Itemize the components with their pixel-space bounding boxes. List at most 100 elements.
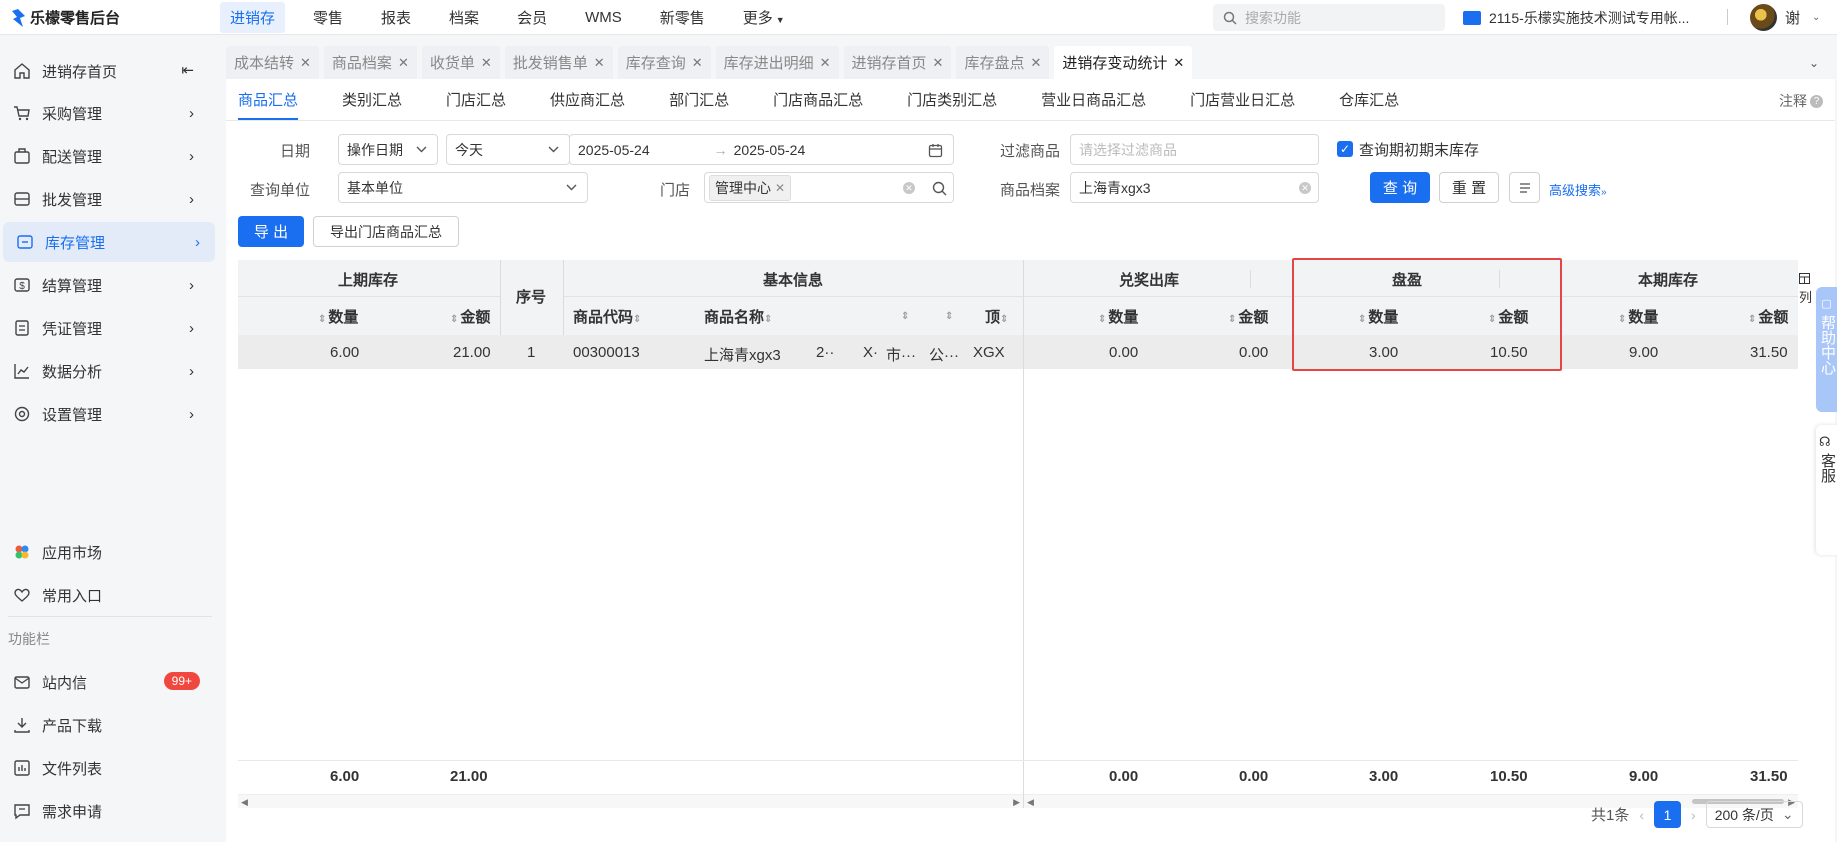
advanced-search-label: 高级搜索 <box>1549 183 1602 198</box>
sidebar-item-settings[interactable]: 设置管理 › <box>0 394 212 434</box>
note-link[interactable]: 注释? <box>1779 91 1823 111</box>
query-button[interactable]: 查 询 <box>1370 172 1430 203</box>
goods-archive-input[interactable]: 上海青xgx3 ✕ <box>1070 172 1319 203</box>
sidebar-item-wholesale[interactable]: 批发管理 › <box>0 179 212 219</box>
subtab-supplier-summary[interactable]: 供应商汇总 <box>550 79 625 120</box>
sidebar-item-distribution[interactable]: 配送管理 › <box>0 136 212 176</box>
clear-icon[interactable]: ✕ <box>1299 182 1311 194</box>
filter-goods-input[interactable]: 请选择过滤商品 <box>1070 134 1319 165</box>
tab-goods-archive[interactable]: 商品档案 ✕ <box>323 46 417 79</box>
close-icon[interactable]: ✕ <box>1173 55 1184 71</box>
filter-settings-button[interactable] <box>1509 172 1540 203</box>
close-icon[interactable]: ✕ <box>481 55 492 71</box>
date-type-select[interactable]: 操作日期 <box>338 134 438 165</box>
tab-cost-carryover[interactable]: 成本结转 ✕ <box>226 46 319 79</box>
sidebar-item-settlement[interactable]: $ 结算管理 › <box>0 265 212 305</box>
sidebar-item-jxc-home[interactable]: 进销存首页 ⇤ <box>0 51 212 91</box>
highlight-box <box>1292 258 1562 371</box>
tab-inventory-detail[interactable]: 库存进出明细 ✕ <box>715 46 839 79</box>
subtab-store-goods-summary[interactable]: 门店商品汇总 <box>773 79 863 120</box>
subtab-bizday-goods-summary[interactable]: 营业日商品汇总 <box>1041 79 1146 120</box>
col-header-award-amt[interactable]: ⇕ 金额 <box>1228 306 1268 327</box>
sidebar-item-inventory[interactable]: 库存管理 › <box>3 222 215 262</box>
scroll-right-icon[interactable]: ▶ <box>1013 797 1020 808</box>
tab-stocktake[interactable]: 库存盘点 ✕ <box>956 46 1050 79</box>
scroll-left-icon[interactable]: ◀ <box>241 797 248 808</box>
query-period-stock-checkbox[interactable]: ✓ <box>1337 141 1353 157</box>
col-header-prev-qty[interactable]: ⇕ 数量 <box>318 306 358 327</box>
topnav-wms[interactable]: WMS <box>575 4 632 31</box>
topnav-report[interactable]: 报表 <box>371 2 421 33</box>
tab-jxc-change-stats[interactable]: 进销存变动统计 ✕ <box>1054 46 1193 79</box>
collapse-sidebar-icon[interactable]: ⇤ <box>181 61 194 79</box>
close-icon[interactable]: ✕ <box>692 55 703 71</box>
sidebar-item-request[interactable]: 需求申请 <box>0 791 212 831</box>
col-header-award-qty[interactable]: ⇕ 数量 <box>1098 306 1138 327</box>
col-header-code[interactable]: 商品代码⇕ <box>573 306 643 327</box>
subtab-store-category-summary[interactable]: 门店类别汇总 <box>907 79 997 120</box>
tab-jxc-home[interactable]: 进销存首页 ✕ <box>843 46 952 79</box>
topnav-retail[interactable]: 零售 <box>303 2 353 33</box>
app-logo[interactable]: 乐檬零售后台 <box>10 7 120 28</box>
col-header-name[interactable]: 商品名称⇕ <box>704 306 774 327</box>
close-icon[interactable]: ✕ <box>398 55 409 71</box>
close-icon[interactable]: ✕ <box>1030 55 1041 71</box>
sidebar-item-download[interactable]: 产品下载 <box>0 705 212 745</box>
tab-receipt[interactable]: 收货单 ✕ <box>421 46 500 79</box>
subtab-warehouse-summary[interactable]: 仓库汇总 <box>1339 79 1399 120</box>
col-header-cur-amt[interactable]: ⇕ 金额 <box>1748 306 1788 327</box>
page-size-select[interactable]: 200 条/页 ⌄ <box>1705 801 1803 828</box>
col-header-c6[interactable]: ⇕ <box>945 306 955 323</box>
next-page-icon[interactable]: › <box>1691 807 1696 823</box>
page-1-button[interactable]: 1 <box>1654 801 1682 828</box>
sidebar-item-inbox[interactable]: 站内信 99+ <box>0 662 212 702</box>
tabs-dropdown-icon[interactable]: ⌄ <box>1809 56 1819 70</box>
export-button[interactable]: 导 出 <box>238 216 304 247</box>
topnav-jxc[interactable]: 进销存 <box>220 2 286 33</box>
close-icon[interactable]: ✕ <box>594 55 605 71</box>
date-range-picker[interactable]: 2025-05-24 → 2025-05-24 <box>569 134 954 165</box>
col-header-c7[interactable]: 顶⇕ <box>985 306 1010 327</box>
col-header-c5[interactable]: ⇕ <box>901 306 911 323</box>
topnav-member[interactable]: 会员 <box>507 2 557 33</box>
column-settings[interactable]: 列 <box>1799 272 1812 306</box>
col-header-cur-qty[interactable]: ⇕ 数量 <box>1618 306 1658 327</box>
scroll-left-icon[interactable]: ◀ <box>1027 797 1034 808</box>
topnav-new-retail[interactable]: 新零售 <box>650 2 715 33</box>
sidebar-item-file-list[interactable]: 文件列表 <box>0 748 212 788</box>
sidebar-item-analytics[interactable]: 数据分析 › <box>0 351 212 391</box>
close-icon[interactable]: ✕ <box>775 181 785 195</box>
reset-button[interactable]: 重 置 <box>1439 172 1499 203</box>
close-icon[interactable]: ✕ <box>300 55 311 71</box>
advanced-search-link[interactable]: 高级搜索» <box>1549 180 1607 199</box>
unit-select[interactable]: 基本单位 <box>338 172 588 203</box>
topnav-more[interactable]: 更多 ▼ <box>733 2 795 33</box>
search-icon[interactable] <box>932 181 947 196</box>
store-select[interactable]: 管理中心 ✕ ✕ <box>704 172 954 203</box>
sidebar-item-purchase[interactable]: 采购管理 › <box>0 93 212 133</box>
account-switcher[interactable]: 2115-乐檬实施技术测试专用帐... <box>1463 8 1689 28</box>
clear-icon[interactable]: ✕ <box>903 182 915 194</box>
tab-wholesale-order[interactable]: 批发销售单 ✕ <box>504 46 613 79</box>
customer-service-button[interactable]: ☊ 客服 <box>1816 425 1837 555</box>
user-menu[interactable]: 谢 ⌄ <box>1750 4 1820 31</box>
subtab-goods-summary[interactable]: 商品汇总 <box>238 79 299 120</box>
subtab-store-summary[interactable]: 门店汇总 <box>446 79 506 120</box>
col-header-prev-amt[interactable]: ⇕ 金额 <box>450 306 490 327</box>
close-icon[interactable]: ✕ <box>933 55 944 71</box>
sidebar-item-voucher[interactable]: 凭证管理 › <box>0 308 212 348</box>
help-center-button[interactable]: ▢ 帮助中心 <box>1816 287 1837 412</box>
sidebar-item-app-market[interactable]: 应用市场 <box>0 532 212 572</box>
subtab-department-summary[interactable]: 部门汇总 <box>669 79 729 120</box>
export-store-goods-button[interactable]: 导出门店商品汇总 <box>313 216 459 247</box>
left-scrollbar[interactable]: ◀ ▶ <box>238 794 1023 808</box>
sidebar-item-favorites[interactable]: 常用入口 <box>0 575 212 615</box>
date-preset-select[interactable]: 今天 <box>446 134 570 165</box>
subtab-category-summary[interactable]: 类别汇总 <box>342 79 402 120</box>
topnav-archive[interactable]: 档案 <box>439 2 489 33</box>
subtab-store-bizday-summary[interactable]: 门店营业日汇总 <box>1190 79 1295 120</box>
function-search-input[interactable]: 搜索功能 <box>1213 4 1445 31</box>
prev-page-icon[interactable]: ‹ <box>1639 807 1644 823</box>
close-icon[interactable]: ✕ <box>820 55 831 71</box>
tab-inventory-query[interactable]: 库存查询 ✕ <box>617 46 711 79</box>
